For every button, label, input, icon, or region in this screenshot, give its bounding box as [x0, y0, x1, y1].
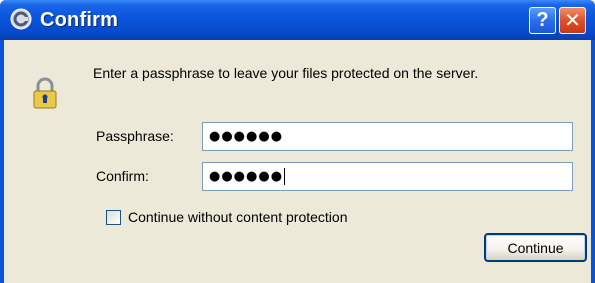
- text-caret: [284, 168, 286, 185]
- confirm-value: ●●●●●●: [209, 169, 284, 184]
- help-button[interactable]: ?: [529, 7, 556, 34]
- title-bar[interactable]: Confirm ? ✕: [0, 0, 595, 40]
- passphrase-value: ●●●●●●: [209, 129, 284, 144]
- help-icon: ?: [536, 9, 549, 31]
- no-protection-checkbox[interactable]: [106, 210, 121, 225]
- instruction-message: Enter a passphrase to leave your files p…: [93, 65, 479, 81]
- close-icon: ✕: [564, 10, 581, 32]
- window-title: Confirm: [40, 9, 119, 31]
- confirm-dialog-window: Confirm ? ✕ Enter a passphrase to leave …: [0, 0, 595, 283]
- passphrase-label: Passphrase:: [96, 128, 174, 144]
- dialog-body: Enter a passphrase to leave your files p…: [4, 40, 591, 283]
- confirm-label: Confirm:: [96, 168, 149, 184]
- passphrase-field[interactable]: ●●●●●●: [202, 122, 573, 151]
- continue-button-label: Continue: [507, 239, 564, 256]
- continue-button[interactable]: Continue: [484, 233, 587, 262]
- close-button[interactable]: ✕: [559, 7, 586, 34]
- padlock-icon: [33, 77, 57, 109]
- app-logo-icon: [10, 8, 32, 30]
- confirm-field[interactable]: ●●●●●●: [202, 162, 573, 191]
- no-protection-checkbox-label[interactable]: Continue without content protection: [128, 209, 347, 225]
